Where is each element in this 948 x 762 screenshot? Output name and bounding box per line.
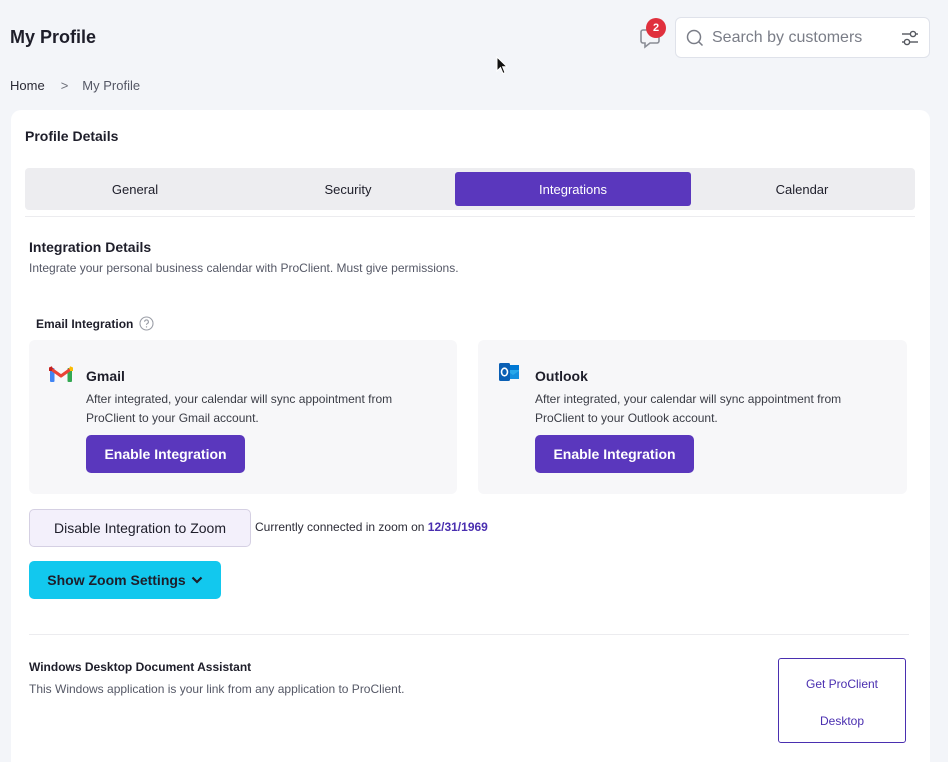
profile-tabs: General Security Integrations Calendar <box>25 168 915 210</box>
zoom-settings-label: Show Zoom Settings <box>47 572 186 588</box>
profile-card: Profile Details General Security Integra… <box>11 110 930 762</box>
outlook-name: Outlook <box>535 368 588 384</box>
outlook-description: After integrated, your calendar will syn… <box>535 392 842 425</box>
email-integration-text: Email Integration <box>36 316 134 331</box>
profile-details-title: Profile Details <box>25 128 119 144</box>
search-box <box>675 17 930 58</box>
zoom-status-text: Currently connected in zoom on <box>255 520 425 534</box>
show-zoom-settings-button[interactable]: Show Zoom Settings <box>29 561 221 599</box>
gmail-icon <box>49 366 73 382</box>
tab-calendar[interactable]: Calendar <box>693 172 911 206</box>
chevron-down-icon <box>191 576 202 584</box>
get-desktop-line2: Desktop <box>819 713 865 728</box>
search-icon <box>686 29 704 47</box>
tab-general[interactable]: General <box>29 172 241 206</box>
email-integration-label: Email Integration <box>36 316 154 331</box>
breadcrumb-home[interactable]: Home <box>10 78 45 93</box>
outlook-card: Outlook After integrated, your calendar … <box>478 340 907 494</box>
help-circle-icon[interactable] <box>139 316 154 331</box>
mouse-cursor-icon <box>496 56 508 75</box>
page-title: My Profile <box>10 27 97 47</box>
outlook-icon <box>499 363 519 381</box>
tab-integrations[interactable]: Integrations <box>455 172 691 206</box>
search-input[interactable] <box>712 26 892 50</box>
enable-outlook-button[interactable]: Enable Integration <box>535 435 694 473</box>
desktop-assistant-title: Windows Desktop Document Assistant <box>29 660 252 674</box>
breadcrumb-current: My Profile <box>82 78 141 93</box>
breadcrumb-separator: > <box>60 78 69 93</box>
filter-sliders-icon[interactable] <box>900 29 920 47</box>
notification-badge: 2 <box>646 18 666 38</box>
gmail-card: Gmail After integrated, your calendar wi… <box>29 340 457 494</box>
get-desktop-button[interactable]: Get ProClient Desktop <box>778 658 906 743</box>
tab-divider <box>25 216 915 217</box>
tab-security[interactable]: Security <box>243 172 453 206</box>
gmail-name: Gmail <box>86 368 125 384</box>
zoom-status-date: 12/31/1969 <box>427 520 488 534</box>
enable-gmail-button[interactable]: Enable Integration <box>86 435 245 473</box>
gmail-description: After integrated, your calendar will syn… <box>86 392 393 425</box>
integration-details-title: Integration Details <box>29 239 152 255</box>
desktop-assistant-subtitle: This Windows application is your link fr… <box>29 682 405 696</box>
get-desktop-line1: Get ProClient <box>805 676 879 691</box>
breadcrumb: Home > My Profile <box>10 78 140 93</box>
integration-details-subtitle: Integrate your personal business calenda… <box>29 261 459 275</box>
section-divider <box>29 634 909 635</box>
disable-zoom-button[interactable]: Disable Integration to Zoom <box>29 509 251 547</box>
zoom-status: Currently connected in zoom on 12/31/196… <box>255 520 488 534</box>
